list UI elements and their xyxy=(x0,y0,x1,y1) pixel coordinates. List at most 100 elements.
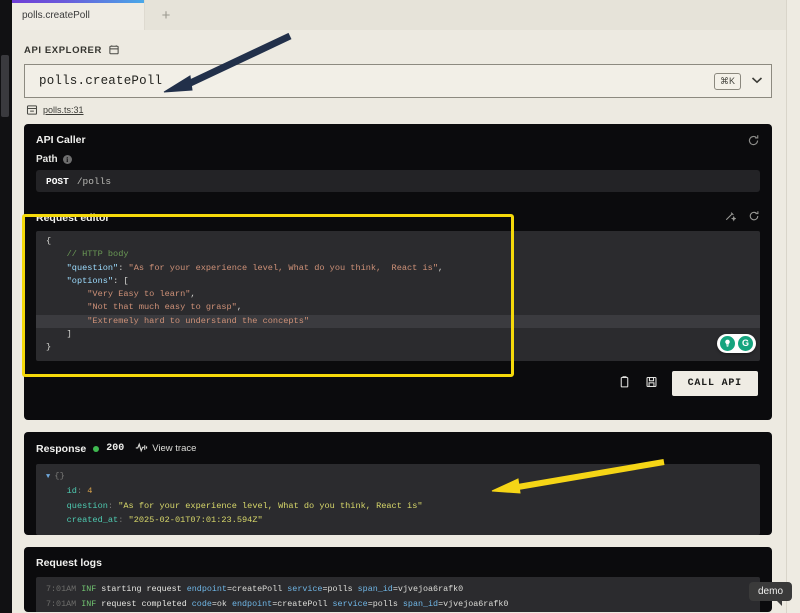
code-token: starting request xyxy=(101,583,187,594)
code-line: "Not that much easy to grasp", xyxy=(36,301,760,314)
view-trace-link[interactable]: View trace xyxy=(135,442,196,456)
request-editor-reset-icon[interactable] xyxy=(748,210,760,225)
save-icon[interactable] xyxy=(645,375,658,392)
tab-bar-filler xyxy=(187,0,786,30)
code-token: =createPoll xyxy=(226,583,288,594)
code-token: , xyxy=(236,302,242,313)
status-code: 200 xyxy=(106,443,125,455)
right-edge-strip xyxy=(786,0,800,613)
request-editor: Request editor {// HTTP body "question"… xyxy=(24,202,772,361)
tab-polls-createpoll[interactable]: polls.createPoll xyxy=(12,0,145,30)
code-token: "2025-02-01T07:01:23.594Z" xyxy=(128,515,263,526)
http-method: POST xyxy=(46,175,69,187)
code-line: question: "As for your experience level,… xyxy=(36,499,760,514)
code-line: ] xyxy=(36,328,760,341)
grammarly-g-icon[interactable]: G xyxy=(738,335,753,351)
call-api-button[interactable]: CALL API xyxy=(671,370,758,396)
tab-active-gradient xyxy=(12,0,144,3)
chevron-down-icon[interactable] xyxy=(751,75,763,87)
path-input[interactable]: POST /polls xyxy=(36,170,760,192)
request-editor-title: Request editor xyxy=(36,211,110,224)
code-line: created_at: "2025-02-01T07:01:23.594Z" xyxy=(36,513,760,528)
code-token: } xyxy=(46,342,52,353)
code-token: span_id xyxy=(357,583,393,594)
file-code-icon xyxy=(26,104,38,116)
clipboard-icon[interactable] xyxy=(108,44,120,56)
code-token: "Not that much easy to grasp" xyxy=(87,302,237,313)
response-body-code[interactable]: ▼ {} id: 4 question: "As for your experi… xyxy=(36,463,760,535)
copy-icon[interactable] xyxy=(618,375,631,392)
code-line: ▼ {} xyxy=(36,469,760,485)
code-line: id: 4 xyxy=(36,484,760,499)
code-line: } xyxy=(36,341,760,354)
code-token: id xyxy=(66,486,77,497)
request-editor-header: Request editor xyxy=(24,202,772,231)
code-token: // HTTP body xyxy=(66,249,129,260)
activity-icon xyxy=(135,442,148,456)
request-body-code[interactable]: { // HTTP body "question": "As for your … xyxy=(36,231,760,361)
shortcut-badge: ⌘K xyxy=(713,72,741,90)
code-token: =createPoll xyxy=(272,598,333,609)
code-line: "Extremely hard to understand the concep… xyxy=(36,314,760,329)
code-token: , xyxy=(190,289,196,300)
tab-label: polls.createPoll xyxy=(22,9,90,21)
code-token: : xyxy=(118,515,129,526)
request-action-bar: CALL API xyxy=(24,361,772,408)
code-line: 7:01AM INF request completed code=ok end… xyxy=(36,597,760,612)
code-token: : [ xyxy=(113,275,129,286)
code-token: created_at xyxy=(66,515,119,526)
plus-icon: + xyxy=(161,6,171,24)
request-editor-actions xyxy=(724,210,760,225)
info-icon[interactable]: i xyxy=(62,155,72,164)
code-token: "options" xyxy=(66,275,114,286)
page-body: API EXPLORER polls.createPoll ⌘K polls.t… xyxy=(12,30,786,613)
endpoint-select[interactable]: polls.createPoll ⌘K xyxy=(24,64,772,98)
reset-icon[interactable] xyxy=(747,134,760,150)
grammarly-widget[interactable]: G xyxy=(717,333,756,353)
code-token: =polls xyxy=(322,583,358,594)
code-token: , xyxy=(437,262,444,273)
path-label: Path xyxy=(36,154,58,165)
code-token: : xyxy=(118,262,129,273)
code-token: request completed xyxy=(101,598,192,609)
code-token: service xyxy=(287,583,323,594)
request-logs-panel: Request logs 7:01AM INF starting request… xyxy=(24,546,772,612)
request-logs-title: Request logs xyxy=(36,556,102,569)
new-tab-button[interactable]: + xyxy=(145,0,187,30)
response-header: Response 200 View trace xyxy=(24,432,772,464)
code-line: 7:01AM INF starting request endpoint=cre… xyxy=(36,582,760,597)
code-token: =polls xyxy=(367,598,403,609)
code-token: "Very Easy to learn" xyxy=(87,289,191,300)
code-token: ] xyxy=(66,329,72,340)
endpoint-value: polls.createPoll xyxy=(39,74,163,88)
tab-bar: polls.createPoll + xyxy=(12,0,786,30)
code-token: 7:01AM xyxy=(46,583,82,594)
source-file-link[interactable]: polls.ts:31 xyxy=(12,98,786,124)
request-logs-code[interactable]: 7:01AM INF starting request endpoint=cre… xyxy=(36,576,760,612)
code-line: "question": "As for your experience leve… xyxy=(36,262,760,275)
demo-tooltip: demo xyxy=(748,582,792,606)
magic-wand-icon[interactable] xyxy=(724,210,737,225)
lightbulb-icon[interactable] xyxy=(720,335,735,351)
code-token: endpoint xyxy=(231,598,273,609)
code-token: =vjvejoa6rafk0 xyxy=(438,598,509,609)
rail-drag-handle[interactable] xyxy=(1,55,9,117)
code-token: =vjvejoa6rafk0 xyxy=(392,583,464,594)
path-value: /polls xyxy=(76,175,112,187)
left-rail xyxy=(0,0,12,613)
code-line: "options": [ xyxy=(36,275,760,288)
code-token: span_id xyxy=(402,598,439,609)
code-line: "Very Easy to learn", xyxy=(36,288,760,301)
response-title: Response xyxy=(36,442,87,455)
code-token: service xyxy=(332,598,368,609)
code-token: "As for your experience level, What do y… xyxy=(128,262,438,273)
